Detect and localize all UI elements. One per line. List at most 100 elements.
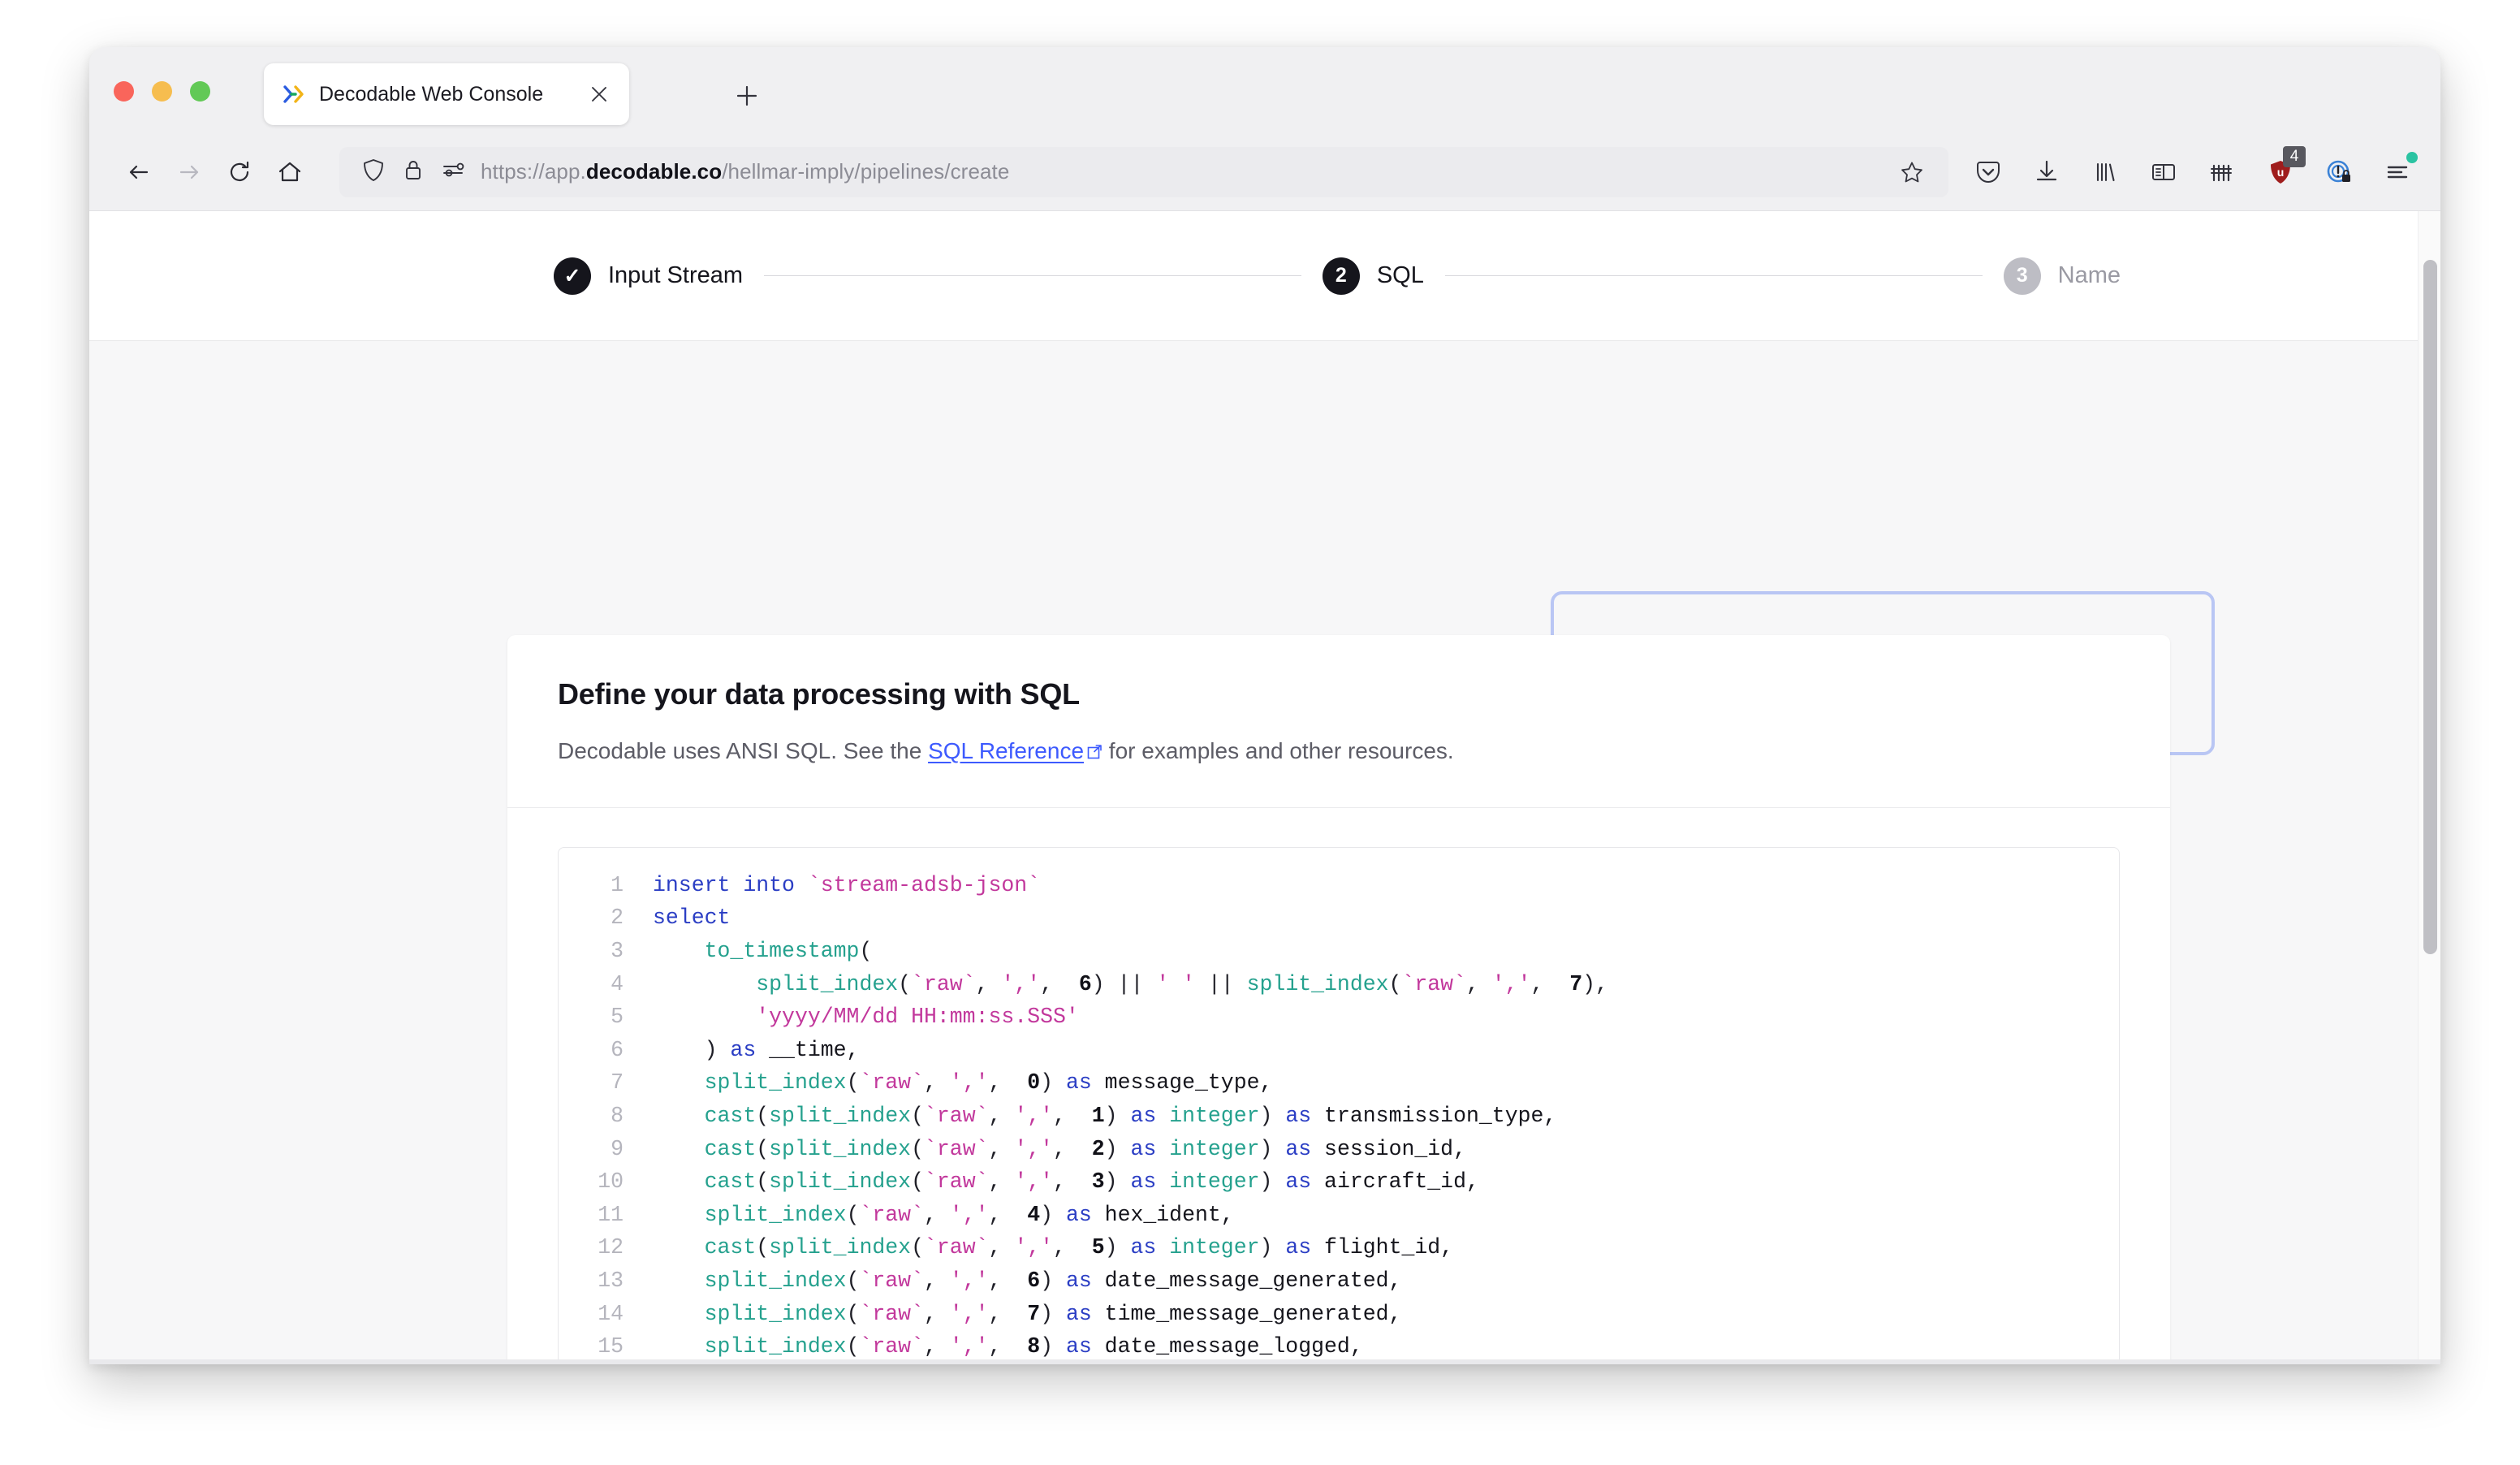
step-name[interactable]: 3 Name [2003,257,2121,295]
code-token: , [1530,971,1570,996]
code-line[interactable]: 8 cast(split_index(`raw`, ',', 1) as int… [559,1100,2119,1133]
code-line-source[interactable]: select [653,901,2119,935]
url-bar[interactable]: https://app.decodable.co/hellmar-imply/p… [339,146,1948,197]
code-line[interactable]: 3 to_timestamp( [559,935,2119,968]
code-line-source[interactable]: 'yyyy/MM/dd HH:mm:ss.SSS' [653,1000,2119,1034]
url-text[interactable]: https://app.decodable.co/hellmar-imply/p… [481,159,1882,184]
code-line-source[interactable]: insert into `stream-adsb-json` [653,869,2119,902]
ublock-origin-icon[interactable]: u 4 [2262,145,2306,191]
site-permissions-icon[interactable] [440,157,466,187]
code-token: `raw` [859,1334,924,1359]
library-icon[interactable] [2086,153,2124,191]
update-available-indicator [2406,151,2418,163]
code-line[interactable]: 10 cast(split_index(`raw`, ',', 3) as in… [559,1165,2119,1199]
code-line-source[interactable]: cast(split_index(`raw`, ',', 2) as integ… [653,1133,2119,1166]
padlock-icon[interactable] [401,158,425,186]
forward-arrow-icon[interactable] [164,147,214,197]
browser-window: Decodable Web Console https://app.decoda… [89,47,2440,1364]
code-line[interactable]: 15 split_index(`raw`, ',', 8) as date_me… [559,1330,2119,1363]
code-token: 7 [1569,971,1583,996]
code-line[interactable]: 13 split_index(`raw`, ',', 6) as date_me… [559,1264,2119,1298]
code-line[interactable]: 12 cast(split_index(`raw`, ',', 5) as in… [559,1231,2119,1264]
code-token: 'yyyy/MM/dd HH:mm:ss.SSS' [756,1005,1079,1030]
pocket-save-icon[interactable] [1970,153,2007,191]
code-line[interactable]: 14 split_index(`raw`, ',', 7) as time_me… [559,1298,2119,1331]
downloads-icon[interactable] [2028,153,2065,191]
line-number: 7 [611,1070,624,1096]
browser-tab[interactable]: Decodable Web Console [264,63,629,125]
code-line-source[interactable]: cast(split_index(`raw`, ',', 1) as integ… [653,1100,2119,1133]
code-token: as [1065,1334,1092,1359]
sql-code-editor[interactable]: 1 insert into `stream-adsb-json` 2 select 3 … [558,846,2120,1364]
close-window-button[interactable] [114,81,134,102]
sql-definition-card: Define your data processing with SQL Dec… [507,635,2170,1364]
code-token: , [988,1235,1015,1260]
line-number: 12 [598,1235,624,1260]
code-line-source[interactable]: ) as __time, [653,1034,2119,1067]
new-tab-button[interactable] [731,80,763,112]
decodable-logo-icon [282,82,306,106]
code-token: , [1465,971,1492,996]
page-scrollbar-thumb[interactable] [2423,260,2437,954]
back-arrow-icon[interactable] [114,147,164,197]
code-token: split_index [769,1136,912,1161]
step-input-stream[interactable]: ✓ Input Stream [554,257,743,295]
code-token: ( [846,1202,860,1227]
sql-reference-link[interactable]: SQL Reference [928,738,1102,763]
code-line-source[interactable]: split_index(`raw`, ',', 0) as message_ty… [653,1066,2119,1100]
sql-code-body[interactable]: 1 insert into `stream-adsb-json` 2 select 3 … [559,869,2119,1364]
code-token: split_index [704,1268,847,1293]
code-line[interactable]: 4 split_index(`raw`, ',', 6) || ' ' || s… [559,968,2119,1001]
code-line[interactable]: 9 cast(split_index(`raw`, ',', 2) as int… [559,1133,2119,1166]
code-token: select [653,905,731,931]
code-line-source[interactable]: split_index(`raw`, ',', 6) as date_messa… [653,1264,2119,1298]
code-token: , [923,1202,950,1227]
minimize-window-button[interactable] [152,81,172,102]
privacy-extension-icon[interactable] [2320,153,2358,191]
code-token: `raw` [924,1169,989,1195]
maximize-window-button[interactable] [190,81,210,102]
home-icon[interactable] [265,147,315,197]
code-token: ',' [1014,1136,1054,1161]
code-token: ) [1259,1235,1286,1260]
star-bookmark-icon[interactable] [1896,157,1927,188]
code-token: `raw` [911,971,976,996]
window-traffic-lights [114,81,210,102]
code-token: ',' [1014,1169,1054,1195]
tracking-protection-shield-icon[interactable] [360,157,386,187]
code-token: 4 [1027,1202,1041,1227]
code-line-source[interactable]: to_timestamp( [653,935,2119,968]
code-token: split_index [704,1202,847,1227]
containers-icon[interactable] [2203,153,2241,191]
code-line[interactable]: 1 insert into `stream-adsb-json` [559,869,2119,902]
code-line-source[interactable]: split_index(`raw`, ',', 6) || ' ' || spl… [653,968,2119,1001]
code-line[interactable]: 2 select [559,901,2119,935]
code-token: split_index [704,1334,847,1359]
code-line-source[interactable]: cast(split_index(`raw`, ',', 3) as integ… [653,1165,2119,1199]
code-token: __time, [756,1037,860,1062]
code-line[interactable]: 11 split_index(`raw`, ',', 4) as hex_ide… [559,1199,2119,1232]
reload-icon[interactable] [214,147,265,197]
code-line[interactable]: 6 ) as __time, [559,1034,2119,1067]
code-line[interactable]: 7 split_index(`raw`, ',', 0) as message_… [559,1066,2119,1100]
code-line-source[interactable]: split_index(`raw`, ',', 4) as hex_ident, [653,1199,2119,1232]
code-line-source[interactable]: split_index(`raw`, ',', 7) as time_messa… [653,1298,2119,1331]
browser-tab-strip: Decodable Web Console [89,47,2440,133]
page-scrollbar[interactable] [2418,211,2440,1364]
line-number: 6 [611,1037,624,1062]
app-menu-icon[interactable] [2379,151,2418,191]
code-token: 3 [1091,1169,1105,1195]
code-line[interactable]: 5 'yyyy/MM/dd HH:mm:ss.SSS' [559,1000,2119,1034]
step-sql[interactable]: 2 SQL [1322,257,1424,295]
code-token: ) [1040,1334,1066,1359]
reader-view-icon[interactable] [2145,153,2182,191]
code-token: as [1065,1301,1092,1326]
external-link-icon [1086,737,1102,768]
close-icon[interactable] [585,80,613,108]
code-line-source[interactable]: split_index(`raw`, ',', 8) as date_messa… [653,1330,2119,1363]
code-line-source[interactable]: cast(split_index(`raw`, ',', 5) as integ… [653,1231,2119,1264]
